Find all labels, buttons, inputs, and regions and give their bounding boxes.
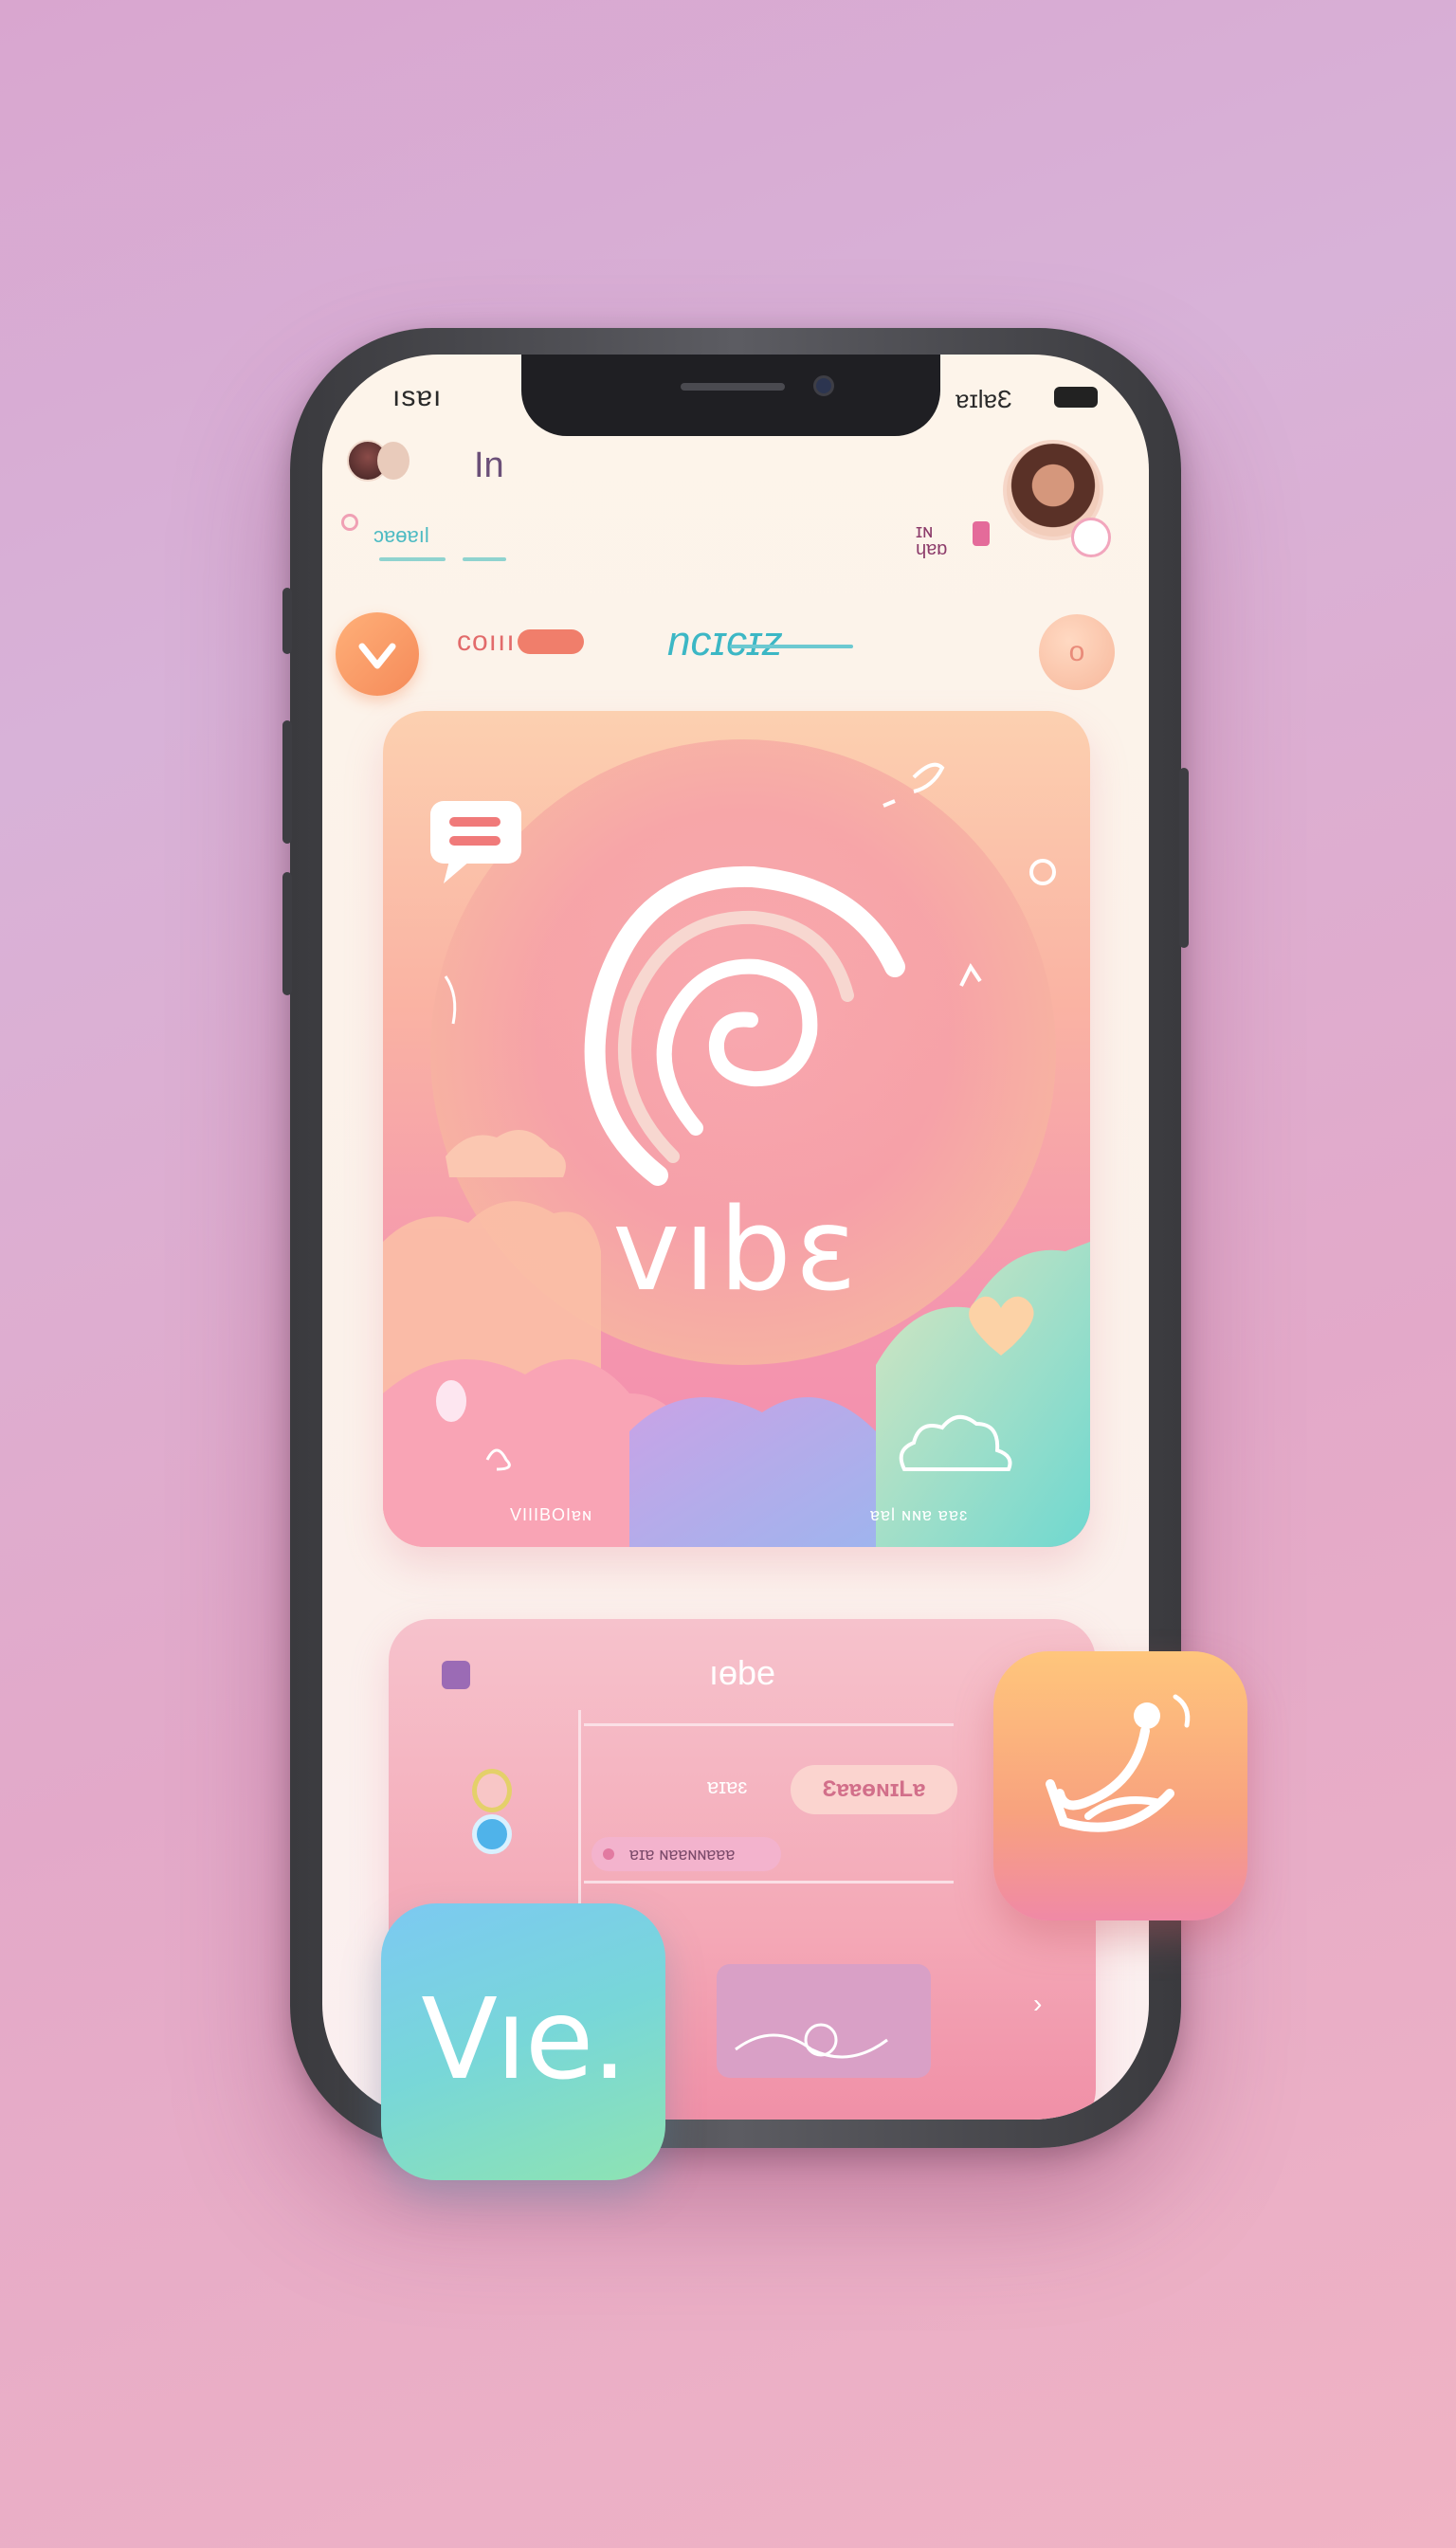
swing-figure-icon: [1046, 1694, 1191, 1832]
app-icon-right[interactable]: [993, 1651, 1247, 1920]
tab-now[interactable]: ncɪcɪz: [667, 618, 783, 665]
phone-volume-down: [282, 872, 292, 995]
notch: [521, 355, 940, 436]
settings-ring-button[interactable]: [1071, 518, 1111, 557]
status-time: ısɐı: [392, 381, 443, 412]
options-button[interactable]: o: [1039, 614, 1115, 690]
hero-card[interactable]: vıbɛ VIIIBOIɐɴ ɐɐl ɴɴɐ ɐɐɛ: [383, 711, 1090, 1547]
wave-icon: [735, 2023, 888, 2059]
divider: [578, 1710, 581, 1928]
hero-caption-left: VIIIBOIɐɴ: [510, 1505, 592, 1524]
divider: [584, 1881, 954, 1884]
app-icon-left-text: Vıe.: [421, 1974, 628, 2104]
hero-caption-right: ɐɐl ɴɴɐ ɐɐɛ: [870, 1505, 969, 1524]
chevron-right-icon[interactable]: ›: [1033, 1989, 1042, 2019]
panel-label: ɐɪɐɛ: [707, 1774, 748, 1798]
dot-icon: [603, 1848, 614, 1860]
ring-icon: [341, 514, 358, 531]
tab-collections[interactable]: coııı: [457, 626, 516, 658]
tag-chip[interactable]: ɐɪɐ ɴɐɐɴɴɐɐɐ: [592, 1837, 781, 1871]
battery-icon: [1054, 387, 1098, 408]
chevron-down-icon-glyph: [358, 643, 396, 669]
phone-power-button: [1179, 768, 1189, 948]
hero-title: vıbɛ: [612, 1185, 861, 1317]
hd-label: ɪɴ ɥɐɒ: [916, 521, 948, 559]
hero-illustration: [383, 739, 1090, 1547]
notification-badge: [973, 521, 990, 546]
header-subtitle[interactable]: ɔɐɵɐıl: [373, 523, 429, 548]
location-pin-icon[interactable]: [472, 1769, 512, 1812]
tab-underline: [730, 645, 853, 648]
avatar-secondary[interactable]: [377, 442, 410, 480]
tab-indicator-pill: [518, 629, 584, 654]
phone-side-button: [282, 588, 292, 654]
status-indicators: ɐɪlɐƐ: [956, 385, 1012, 413]
phone-volume-up: [282, 720, 292, 844]
page-title: In: [474, 446, 504, 485]
schedule-button[interactable]: ƐɐɐɵɴɪLɐ: [791, 1765, 957, 1814]
subtitle-underline-secondary: [463, 557, 506, 561]
record-icon[interactable]: [472, 1814, 512, 1854]
speaker-grille: [681, 383, 785, 391]
media-thumbnail[interactable]: [717, 1964, 931, 2078]
chevron-down-icon[interactable]: [336, 612, 419, 696]
panel-title: ıɵbe: [708, 1653, 776, 1692]
subtitle-underline: [379, 557, 446, 561]
front-camera: [813, 375, 834, 396]
divider: [584, 1723, 954, 1726]
app-icon-left[interactable]: Vıe.: [381, 1903, 665, 2180]
